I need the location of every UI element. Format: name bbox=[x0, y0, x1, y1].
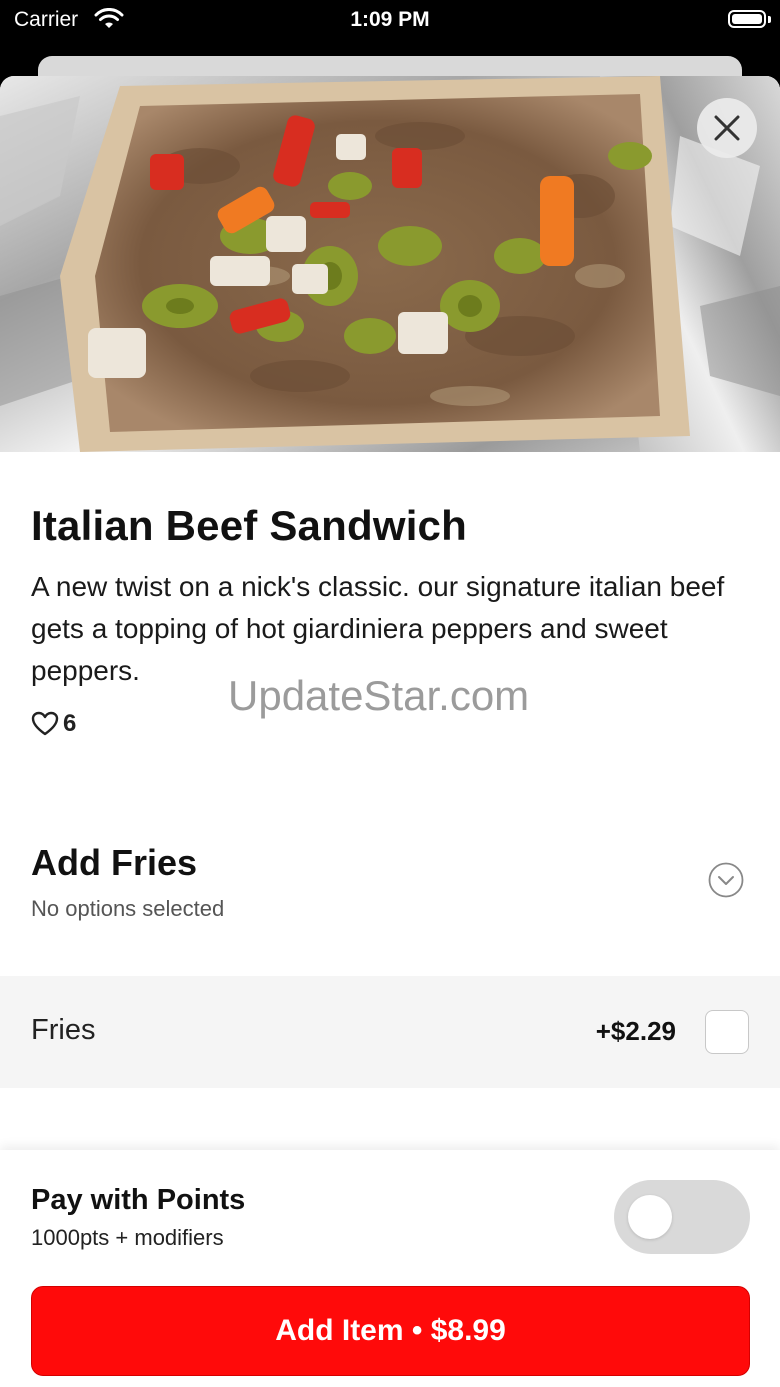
item-detail-sheet: Italian Beef Sandwich A new twist on a n… bbox=[0, 76, 780, 1387]
like-button[interactable]: 6 bbox=[31, 710, 76, 738]
option-row-fries[interactable]: Fries +$2.29 bbox=[0, 976, 780, 1088]
option-name: Fries bbox=[31, 1014, 96, 1046]
battery-icon bbox=[728, 10, 766, 28]
pay-with-points-toggle[interactable] bbox=[614, 1180, 750, 1254]
close-icon bbox=[714, 115, 740, 141]
like-count: 6 bbox=[63, 710, 77, 737]
toggle-knob bbox=[628, 1195, 672, 1239]
option-checkbox[interactable] bbox=[705, 1010, 749, 1054]
modifier-group-title: Add Fries bbox=[31, 842, 198, 883]
heart-icon bbox=[31, 711, 59, 736]
add-item-button[interactable]: Add Item • $8.99 bbox=[31, 1286, 750, 1376]
item-title: Italian Beef Sandwich bbox=[31, 502, 467, 549]
pay-with-points-title: Pay with Points bbox=[31, 1184, 246, 1216]
close-button[interactable] bbox=[697, 98, 757, 158]
chevron-down-icon[interactable] bbox=[708, 862, 744, 898]
item-photo bbox=[0, 76, 780, 452]
watermark: UpdateStar.com bbox=[228, 672, 530, 719]
clock: 1:09 PM bbox=[350, 8, 430, 31]
pay-with-points-subtitle: 1000pts + modifiers bbox=[31, 1225, 224, 1250]
status-bar: Carrier 1:09 PM bbox=[0, 0, 780, 40]
battery-tip bbox=[768, 16, 771, 23]
checkout-footer: Pay with Points 1000pts + modifiers Add … bbox=[0, 1150, 780, 1387]
modifier-group-subtitle: No options selected bbox=[31, 896, 225, 921]
option-price: +$2.29 bbox=[595, 1016, 676, 1046]
